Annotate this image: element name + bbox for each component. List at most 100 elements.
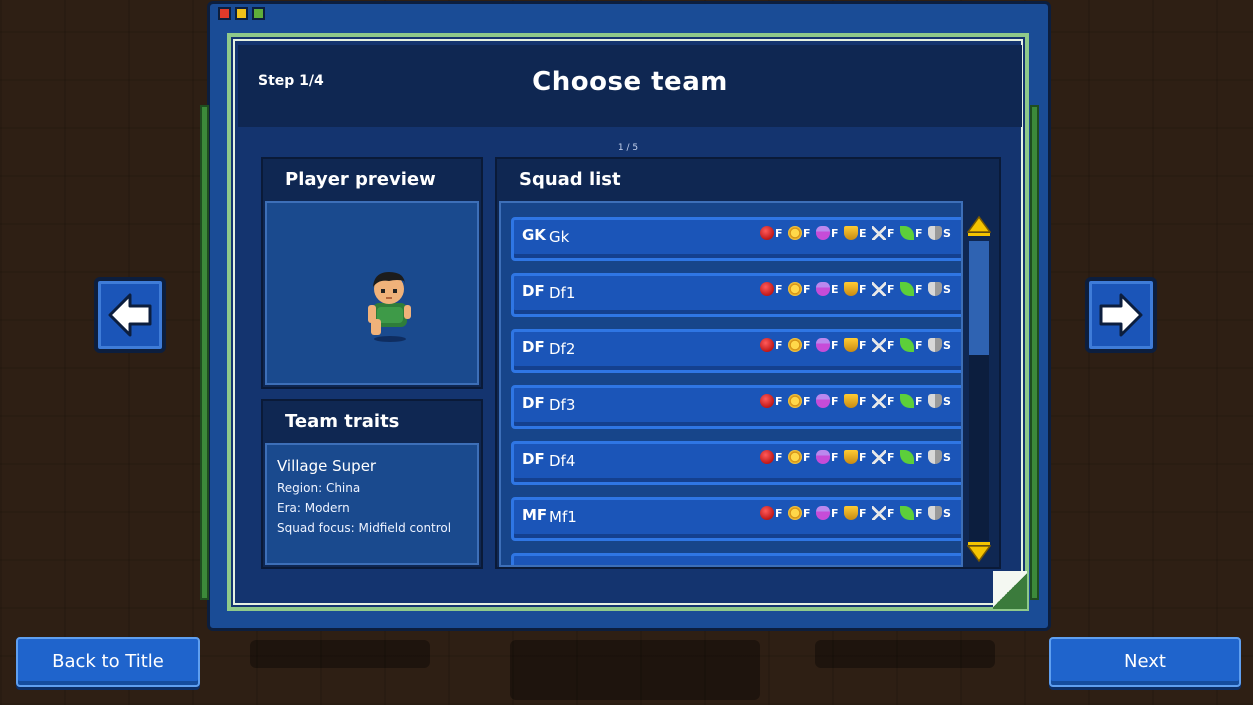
team-era: Era: Modern	[277, 501, 350, 515]
previous-team-button[interactable]	[94, 277, 166, 353]
shield-icon	[928, 506, 942, 520]
arrow-right-icon	[1099, 293, 1143, 337]
stat-grade: F	[831, 338, 839, 352]
player-position: DF	[522, 450, 545, 468]
stat-item: F	[872, 338, 898, 352]
back-to-title-button[interactable]: Back to Title	[16, 637, 200, 687]
player-name: Df3	[549, 396, 576, 414]
stat-item: F	[900, 226, 926, 240]
stat-grade: F	[887, 338, 895, 352]
stat-grade: F	[775, 450, 783, 464]
squad-list[interactable]: GK Gk F F F E F F S DF Df1 F F E F F F S DF Df2 F F F F F F S DF Df3…	[499, 201, 963, 567]
team-name: Village Super	[277, 457, 377, 475]
player-preview-area	[265, 201, 479, 385]
stat-grade: F	[915, 450, 923, 464]
stat-grade: F	[915, 226, 923, 240]
scroll-up-button[interactable]	[966, 215, 992, 237]
leaf-icon	[900, 506, 914, 520]
squad-list-heading: Squad list	[519, 169, 621, 190]
player-stats: FFFFFFS	[760, 450, 954, 464]
stat-grade: F	[803, 226, 811, 240]
maximize-window-icon[interactable]	[252, 7, 265, 20]
trophy-icon	[844, 506, 858, 520]
shield-icon	[928, 226, 942, 240]
potion-icon	[816, 338, 830, 352]
squad-row[interactable]: DF Df1 F F E F F F S	[511, 273, 961, 317]
stat-grade: S	[943, 226, 951, 240]
squad-list-panel: Squad list GK Gk F F F E F F S DF Df1 F F E F F F S DF Df2 F…	[495, 157, 1001, 569]
stat-grade: F	[831, 450, 839, 464]
stat-item: F	[788, 394, 814, 408]
team-select-page: Step 1/4 Choose team 1 / 5 Player previe…	[227, 33, 1029, 611]
stat-item: F	[844, 338, 870, 352]
minimize-window-icon[interactable]	[235, 7, 248, 20]
trophy-icon	[844, 450, 858, 464]
potion-icon	[816, 282, 830, 296]
squad-row[interactable]: DF Df4 F F F F F F S	[511, 441, 961, 485]
squad-scrollbar[interactable]	[966, 215, 992, 563]
player-position: DF	[522, 282, 545, 300]
medal-icon	[788, 338, 802, 352]
stat-grade: F	[859, 282, 867, 296]
player-preview-panel: Player preview	[261, 157, 483, 389]
player-name: Gk	[549, 228, 570, 246]
stat-item: F	[900, 506, 926, 520]
stat-item: F	[872, 450, 898, 464]
stat-item: F	[816, 226, 842, 240]
stat-grade: F	[803, 282, 811, 296]
stat-item: E	[844, 226, 870, 240]
stat-grade: F	[887, 226, 895, 240]
stat-grade: F	[887, 450, 895, 464]
stat-item: F	[760, 394, 786, 408]
stat-grade: F	[915, 282, 923, 296]
next-button[interactable]: Next	[1049, 637, 1241, 687]
player-position: MF	[522, 506, 548, 524]
stat-grade: F	[915, 338, 923, 352]
stat-item: F	[788, 450, 814, 464]
squad-row[interactable]: DF Df2 F F F F F F S	[511, 329, 961, 373]
squad-row[interactable]: GK Gk F F F E F F S	[511, 217, 961, 261]
squad-row[interactable]: DF Df3 F F F F F F S	[511, 385, 961, 429]
scroll-down-button[interactable]	[966, 541, 992, 563]
stat-item: F	[844, 282, 870, 296]
stat-item: F	[760, 338, 786, 352]
shield-icon	[928, 282, 942, 296]
page-header: Step 1/4 Choose team	[238, 45, 1022, 127]
runner-icon	[872, 506, 886, 520]
stat-grade: F	[859, 506, 867, 520]
stat-grade: F	[831, 394, 839, 408]
stat-grade: F	[775, 338, 783, 352]
stat-item: F	[844, 394, 870, 408]
squad-row[interactable]: MF Mf1 F F F F F F S	[511, 497, 961, 541]
leaf-icon	[900, 226, 914, 240]
squad-row-partial[interactable]	[511, 553, 961, 565]
stat-item: S	[928, 282, 954, 296]
stat-item: F	[788, 282, 814, 296]
stat-item: F	[816, 394, 842, 408]
stat-grade: S	[943, 282, 951, 296]
apple-icon	[760, 450, 774, 464]
stat-grade: E	[859, 226, 867, 240]
stat-item: S	[928, 506, 954, 520]
book-spine-right	[1030, 105, 1039, 600]
apple-icon	[760, 394, 774, 408]
team-traits-body: Village Super Region: China Era: Modern …	[265, 443, 479, 565]
player-stats: FFFEFFS	[760, 226, 954, 240]
stat-grade: S	[943, 450, 951, 464]
stat-grade: F	[887, 506, 895, 520]
apple-icon	[760, 338, 774, 352]
next-team-button[interactable]	[1085, 277, 1157, 353]
stat-grade: F	[859, 394, 867, 408]
stat-item: E	[816, 282, 842, 296]
medal-icon	[788, 282, 802, 296]
player-preview-heading: Player preview	[285, 169, 436, 190]
stat-item: F	[872, 282, 898, 296]
team-traits-heading: Team traits	[285, 411, 400, 432]
medal-icon	[788, 226, 802, 240]
scroll-thumb[interactable]	[969, 241, 989, 355]
arrow-down-icon	[966, 542, 992, 563]
stat-item: F	[816, 450, 842, 464]
stat-grade: F	[803, 506, 811, 520]
trophy-icon	[844, 282, 858, 296]
close-window-icon[interactable]	[218, 7, 231, 20]
